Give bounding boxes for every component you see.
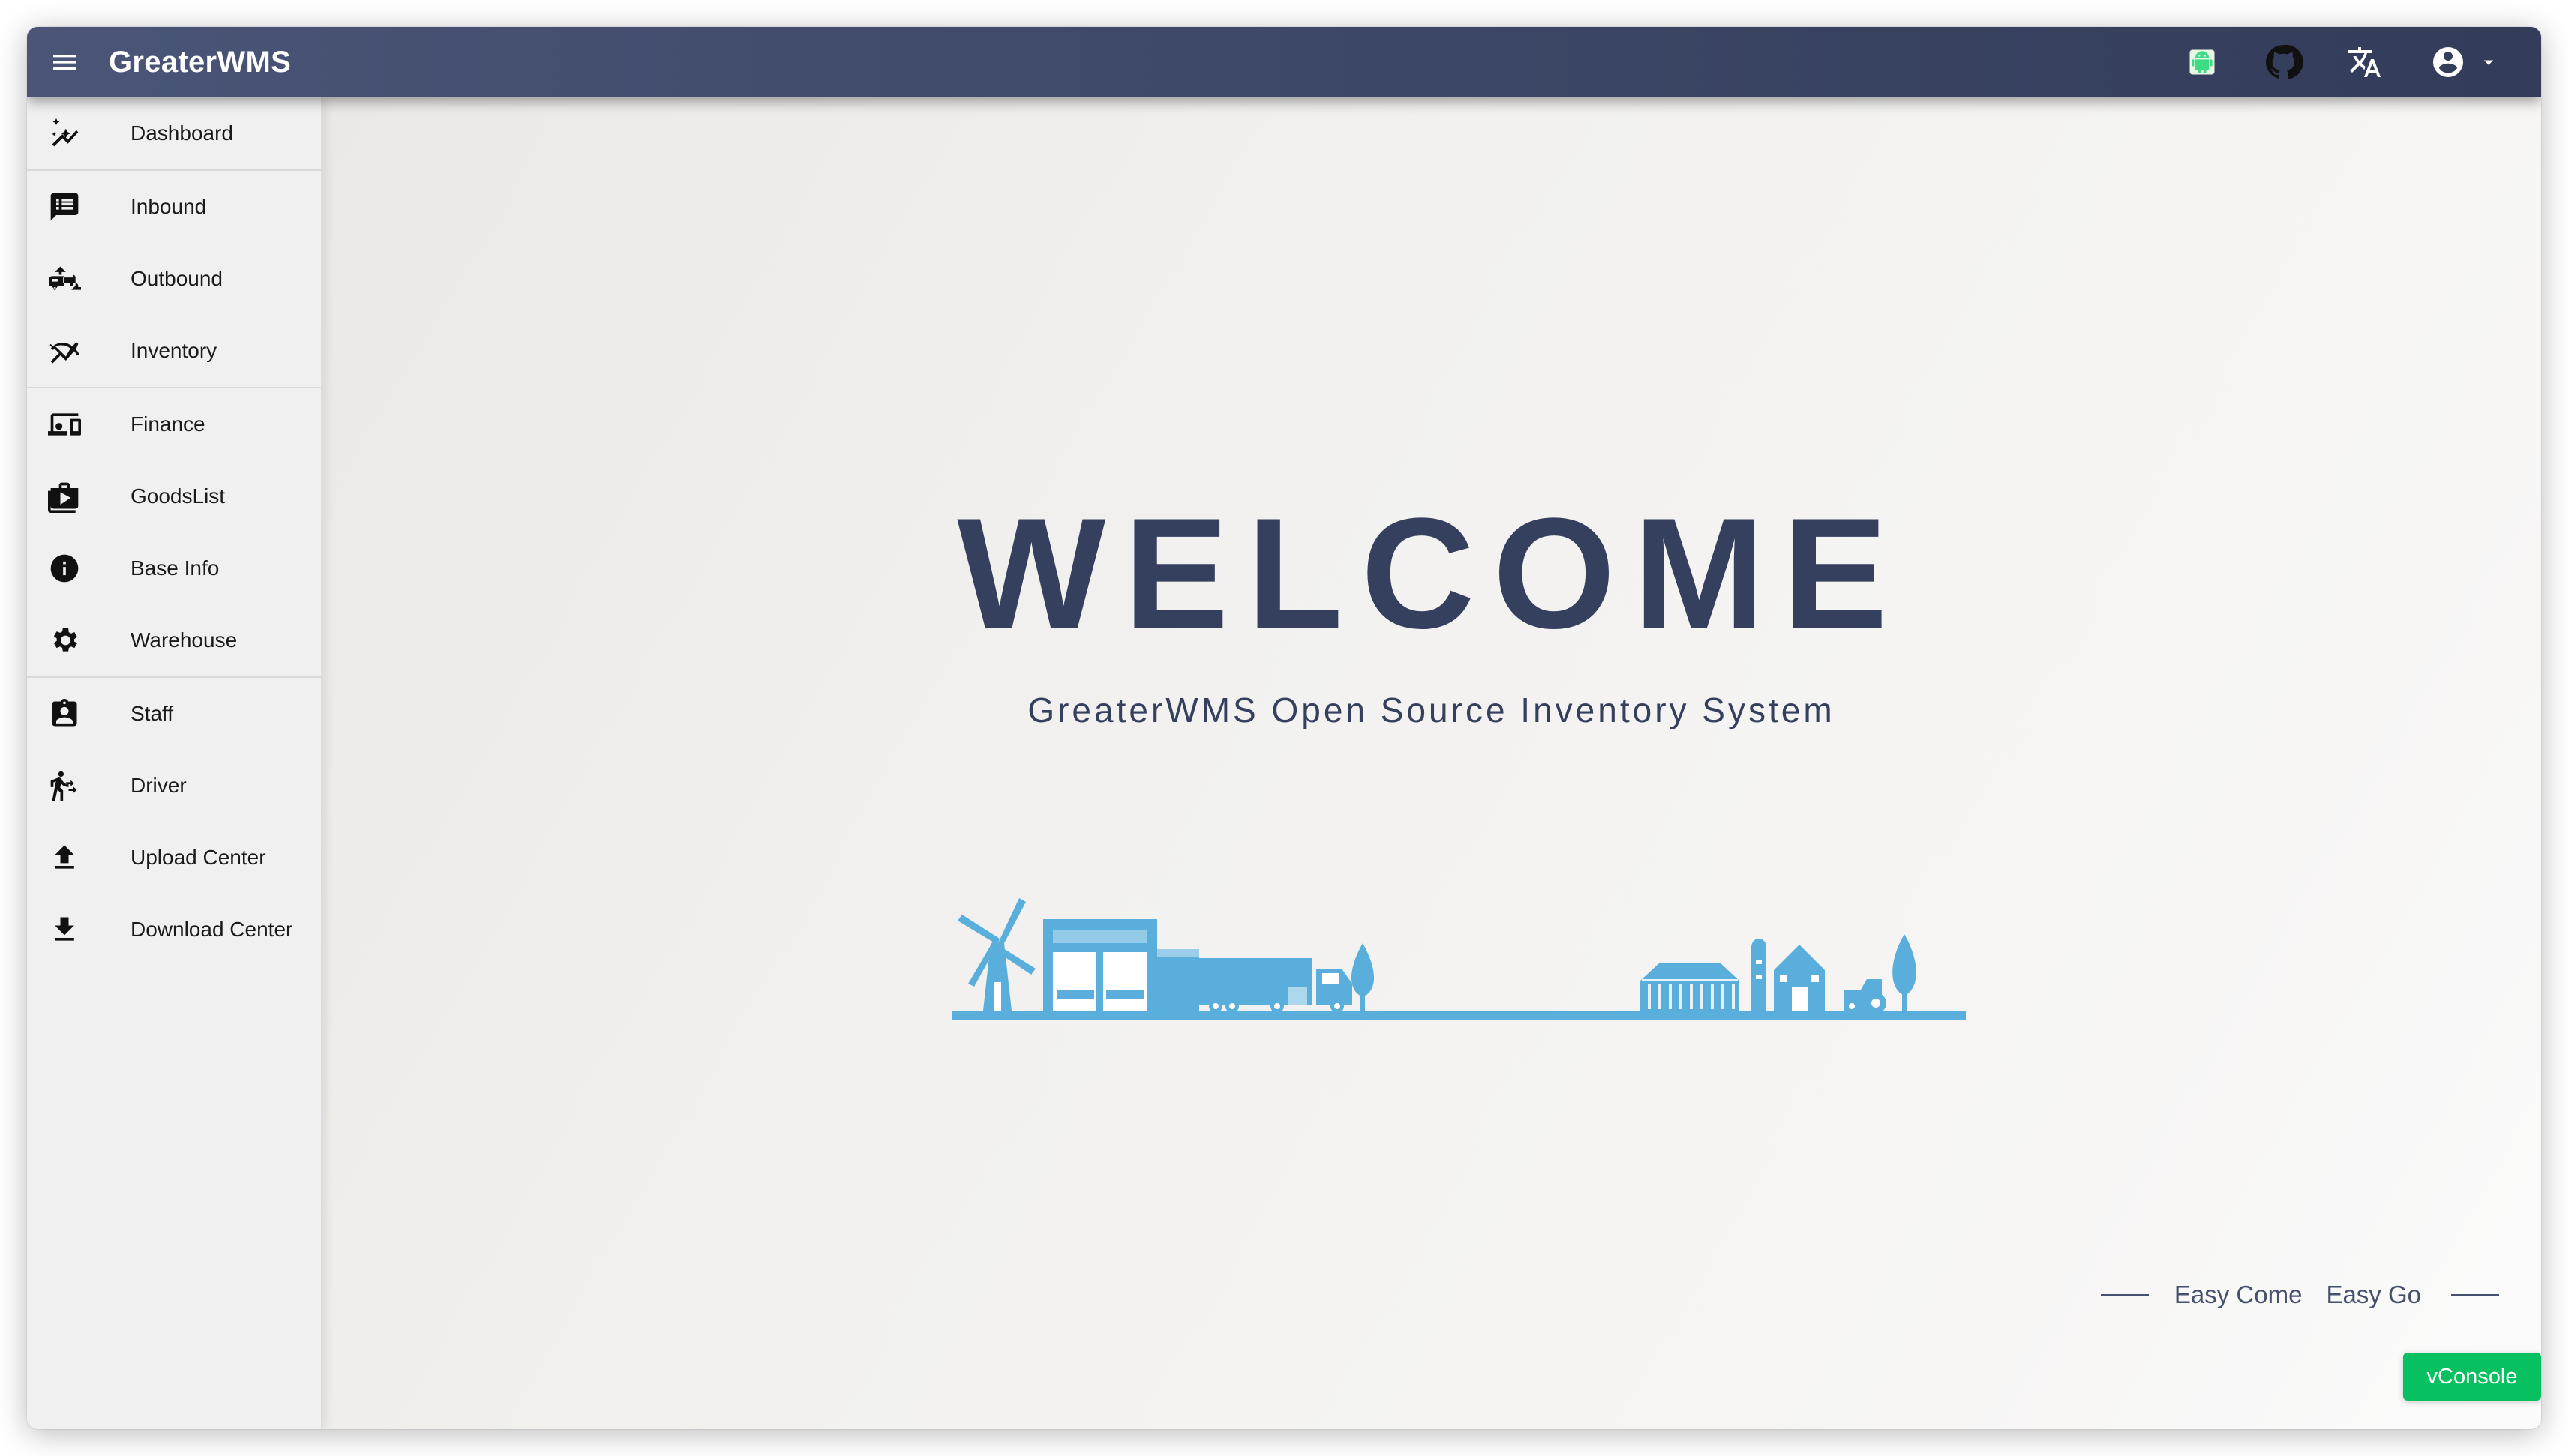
sidebar-item-label: Staff: [130, 702, 174, 725]
assignment-ind-icon: [46, 696, 82, 732]
translate-icon[interactable]: [2342, 40, 2386, 85]
divider: [2451, 1294, 2499, 1296]
info-icon: [46, 550, 82, 586]
sidebar-item-outbound[interactable]: Outbound: [27, 243, 321, 315]
github-icon[interactable]: [2260, 40, 2306, 85]
sidebar-item-label: Outbound: [130, 267, 223, 290]
divider: [2100, 1294, 2149, 1296]
sidebar-item-label: Inventory: [130, 339, 218, 362]
sidebar-item-label: Download Center: [130, 918, 293, 941]
welcome-subtitle: GreaterWMS Open Source Inventory System: [1028, 691, 1835, 729]
shop-icon: [46, 478, 82, 514]
receipt-long-icon: [46, 189, 82, 225]
sidebar-item-warehouse[interactable]: Warehouse: [27, 604, 321, 676]
account-circle-icon[interactable]: [2426, 40, 2470, 85]
transfer-within-station-icon: [46, 768, 82, 804]
sidebar: Dashboard Inbound Outbound Inventory Fin…: [27, 97, 322, 1429]
multiline-chart-icon: [46, 333, 82, 369]
sidebar-item-label: Upload Center: [130, 846, 266, 869]
app-bar: GreaterWMS: [27, 27, 2541, 97]
sidebar-item-label: Dashboard: [130, 121, 233, 145]
sidebar-item-label: Base Info: [130, 556, 220, 580]
main-content: WELCOME GreaterWMS Open Source Inventory…: [322, 97, 2541, 1429]
sidebar-item-goodslist[interactable]: GoodsList: [27, 460, 321, 532]
slogan-text: Easy Go: [2326, 1281, 2421, 1308]
sidebar-item-upload-center[interactable]: Upload Center: [27, 822, 321, 894]
sidebar-item-label: Finance: [130, 412, 206, 436]
sidebar-item-inbound[interactable]: Inbound: [27, 171, 321, 243]
auto-graph-icon: [46, 115, 82, 151]
sidebar-item-label: Warehouse: [130, 628, 238, 652]
caret-down-icon[interactable]: [2474, 40, 2504, 85]
app-title: GreaterWMS: [109, 46, 292, 79]
rv-hookup-icon: [46, 261, 82, 297]
sidebar-item-dashboard[interactable]: Dashboard: [27, 97, 321, 169]
settings-icon: [46, 622, 82, 658]
vconsole-button[interactable]: vConsole: [2403, 1353, 2541, 1401]
sidebar-item-inventory[interactable]: Inventory: [27, 315, 321, 387]
sidebar-item-download-center[interactable]: Download Center: [27, 894, 321, 966]
app-window: GreaterWMS Dashboard Inbound Outbound In…: [27, 27, 2541, 1429]
slogan: Easy Come Easy Go: [2100, 1281, 2499, 1309]
upload-icon: [46, 840, 82, 876]
sidebar-item-label: GoodsList: [130, 484, 226, 508]
menu-icon[interactable]: [42, 40, 87, 85]
download-icon: [46, 912, 82, 948]
logistics-illustration: [952, 898, 1966, 1020]
devices-icon: [46, 406, 82, 442]
slogan-text: Easy Come: [2174, 1281, 2302, 1308]
android-icon[interactable]: [2180, 40, 2224, 85]
welcome-heading: WELCOME: [957, 485, 1906, 661]
sidebar-item-label: Driver: [130, 774, 187, 797]
sidebar-item-base-info[interactable]: Base Info: [27, 532, 321, 604]
sidebar-item-staff[interactable]: Staff: [27, 678, 321, 750]
sidebar-item-driver[interactable]: Driver: [27, 750, 321, 822]
sidebar-item-finance[interactable]: Finance: [27, 388, 321, 460]
sidebar-item-label: Inbound: [130, 195, 207, 218]
